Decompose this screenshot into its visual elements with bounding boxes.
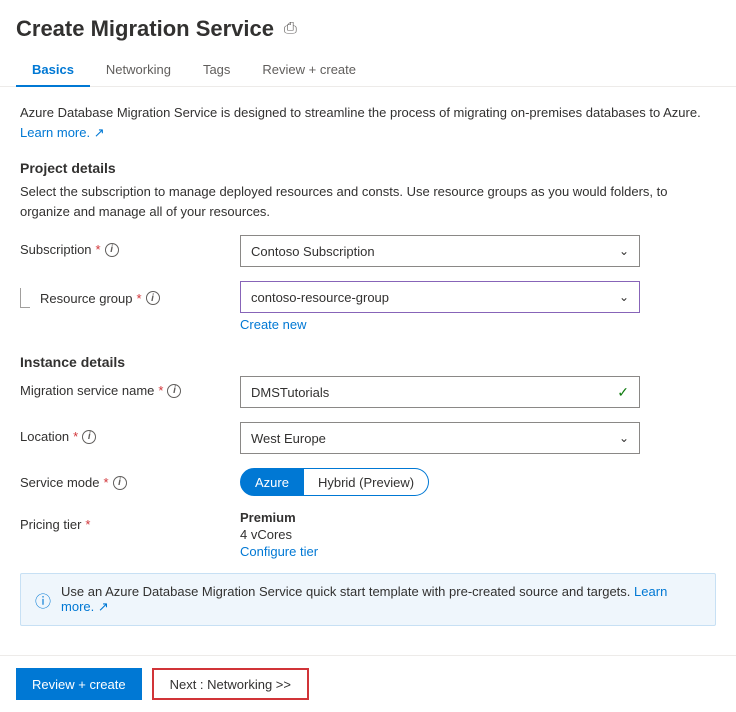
service-mode-hybrid-button[interactable]: Hybrid (Preview) [304, 468, 429, 496]
pricing-vcores: 4 vCores [240, 527, 716, 542]
info-banner-icon: ⓘ [35, 588, 51, 612]
project-details-heading: Project details [20, 160, 716, 176]
configure-tier-link[interactable]: Configure tier [240, 544, 716, 559]
pricing-tier-required: * [85, 517, 90, 532]
service-mode-azure-button[interactable]: Azure [240, 468, 304, 496]
resource-group-chevron-icon: ⌄ [619, 290, 629, 304]
migration-service-name-checkmark-icon: ✓ [617, 384, 629, 401]
location-control: West Europe ⌄ [240, 422, 716, 454]
main-content: Azure Database Migration Service is desi… [0, 87, 736, 655]
subscription-control: Contoso Subscription ⌄ [240, 235, 716, 267]
service-mode-label: Service mode * i [20, 468, 240, 490]
service-mode-control: Azure Hybrid (Preview) [240, 468, 716, 496]
service-mode-info-icon[interactable]: i [113, 476, 127, 490]
info-banner: ⓘ Use an Azure Database Migration Servic… [20, 573, 716, 626]
subscription-dropdown[interactable]: Contoso Subscription ⌄ [240, 235, 640, 267]
external-link-icon-desc: ↗ [94, 125, 105, 140]
location-required: * [73, 429, 78, 444]
resource-group-dropdown[interactable]: contoso-resource-group ⌄ [240, 281, 640, 313]
subscription-required: * [96, 242, 101, 257]
next-networking-button[interactable]: Next : Networking >> [152, 668, 309, 700]
resource-group-row: Resource group * i contoso-resource-grou… [20, 281, 716, 332]
project-details-desc: Select the subscription to manage deploy… [20, 182, 716, 221]
location-dropdown[interactable]: West Europe ⌄ [240, 422, 640, 454]
external-link-icon-banner: ↗ [98, 599, 109, 614]
subscription-label: Subscription * i [20, 235, 240, 257]
migration-service-name-input[interactable]: DMSTutorials ✓ [240, 376, 640, 408]
description-text: Azure Database Migration Service is desi… [20, 103, 716, 142]
migration-service-name-label: Migration service name * i [20, 376, 240, 398]
location-chevron-icon: ⌄ [619, 431, 629, 445]
info-banner-text: Use an Azure Database Migration Service … [61, 584, 701, 615]
service-mode-required: * [103, 475, 108, 490]
location-label: Location * i [20, 422, 240, 444]
subscription-info-icon[interactable]: i [105, 243, 119, 257]
tabs-container: Basics Networking Tags Review + create [0, 42, 736, 87]
learn-more-link-desc[interactable]: Learn more. ↗ [20, 125, 105, 140]
tab-basics[interactable]: Basics [16, 54, 90, 87]
migration-service-name-row: Migration service name * i DMSTutorials … [20, 376, 716, 408]
location-info-icon[interactable]: i [82, 430, 96, 444]
service-mode-toggle: Azure Hybrid (Preview) [240, 468, 716, 496]
review-create-button[interactable]: Review + create [16, 668, 142, 700]
subscription-chevron-icon: ⌄ [619, 244, 629, 258]
tab-review-create[interactable]: Review + create [246, 54, 372, 87]
resource-group-label: Resource group * i [20, 281, 240, 308]
resource-group-info-icon[interactable]: i [146, 291, 160, 305]
page-container: Create Migration Service ⎙ Basics Networ… [0, 0, 736, 712]
print-icon[interactable]: ⎙ [284, 20, 297, 38]
footer: Review + create Next : Networking >> [0, 655, 736, 712]
location-row: Location * i West Europe ⌄ [20, 422, 716, 454]
instance-details-heading: Instance details [20, 354, 716, 370]
header: Create Migration Service ⎙ [0, 0, 736, 42]
tab-tags[interactable]: Tags [187, 54, 246, 87]
service-mode-row: Service mode * i Azure Hybrid (Preview) [20, 468, 716, 496]
resource-group-required: * [137, 291, 142, 306]
page-title: Create Migration Service [16, 16, 274, 42]
msn-info-icon[interactable]: i [167, 384, 181, 398]
subscription-row: Subscription * i Contoso Subscription ⌄ [20, 235, 716, 267]
tab-networking[interactable]: Networking [90, 54, 187, 87]
pricing-tier-label: Pricing tier * [20, 510, 240, 532]
pricing-tier-control: Premium 4 vCores Configure tier [240, 510, 716, 559]
pricing-tier-row: Pricing tier * Premium 4 vCores Configur… [20, 510, 716, 559]
resource-group-control: contoso-resource-group ⌄ Create new [240, 281, 716, 332]
msn-required: * [158, 383, 163, 398]
create-new-link[interactable]: Create new [240, 317, 306, 332]
pricing-tier-name: Premium [240, 510, 716, 525]
migration-service-name-control: DMSTutorials ✓ [240, 376, 716, 408]
